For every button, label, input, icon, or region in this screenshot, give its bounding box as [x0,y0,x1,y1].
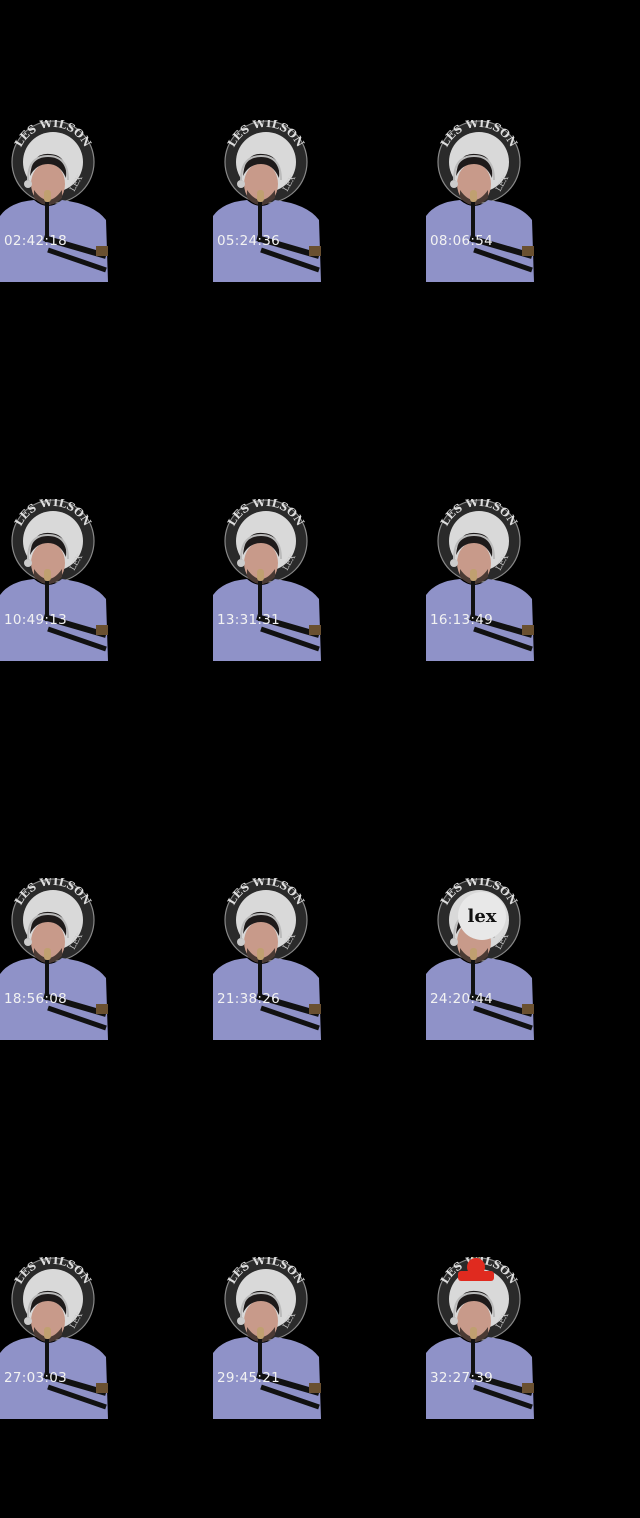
timestamp-label: 32:27:39 [430,1370,494,1386]
video-frame-cell[interactable]: LES WILSON LEX lex [213,758,426,1137]
podcast-host-thumbnail: LES WILSON LEX lex [213,878,321,1040]
timestamp-label: 16:13:49 [430,612,494,628]
timestamp-label: 08:06:54 [430,233,494,249]
video-thumbnail[interactable]: LES WILSON LEX lex [426,1257,534,1419]
podcast-host-thumbnail: LES WILSON LEX lex [426,499,534,661]
video-thumbnail[interactable]: LES WILSON LEX lex [213,878,321,1040]
video-frame-cell[interactable]: LES WILSON LEX lex [213,379,426,758]
video-frame-cell[interactable]: LES WILSON LEX lex [213,0,426,379]
timestamp-label: 10:49:13 [4,612,68,628]
microphone [257,948,264,960]
video-thumbnail[interactable]: LES WILSON LEX lex [426,499,534,661]
video-thumbnail[interactable]: LES WILSON LEX lex [0,1257,108,1419]
podcast-host-thumbnail: LES WILSON LEX lex [426,878,534,1040]
microphone [44,1327,51,1339]
timestamp-label: 05:24:36 [217,233,281,249]
video-thumbnail[interactable]: LES WILSON LEX lex [0,120,108,282]
podcast-host-thumbnail: LES WILSON LEX lex [0,878,108,1040]
video-frame-cell[interactable]: LES WILSON LEX lex [213,1137,426,1516]
video-thumbnail[interactable]: LES WILSON LEX lex [0,878,108,1040]
microphone [470,948,477,960]
timestamp-label: 13:31:31 [217,612,281,628]
video-thumbnail[interactable]: LES WILSON LEX lex [426,878,534,1040]
microphone [44,569,51,581]
microphone [44,190,51,202]
video-thumbnail[interactable]: LES WILSON LEX lex [426,120,534,282]
video-thumbnail[interactable]: LES WILSON LEX lex [213,120,321,282]
video-frame-cell[interactable]: LES WILSON LEX lex [0,758,213,1137]
podcast-host-thumbnail: LES WILSON LEX lex [213,499,321,661]
podcast-host-thumbnail: LES WILSON LEX lex [426,120,534,282]
video-frame-cell[interactable]: LES WILSON LEX lex [0,0,213,379]
microphone [257,1327,264,1339]
timestamp-label: 21:38:26 [217,991,281,1007]
microphone [470,1327,477,1339]
podcast-host-thumbnail: LES WILSON LEX lex [0,499,108,661]
video-thumbnail[interactable]: LES WILSON LEX lex [0,499,108,661]
video-frame-cell[interactable]: LES WILSON LEX lex [426,379,639,758]
timestamp-label: 02:42:18 [4,233,68,249]
microphone [470,569,477,581]
video-thumbnail[interactable]: LES WILSON LEX lex [213,1257,321,1419]
microphone [470,190,477,202]
video-frame-cell[interactable]: LES WILSON LEX lex [0,379,213,758]
svg-text:lex: lex [467,906,496,927]
podcast-host-thumbnail: LES WILSON LEX lex [213,120,321,282]
microphone [257,569,264,581]
video-frame-cell[interactable]: LES WILSON LEX lex [426,758,639,1137]
timestamp-label: 24:20:44 [430,991,494,1007]
video-frame-cell[interactable]: LES WILSON LEX lex [426,0,639,379]
timestamp-label: 27:03:03 [4,1370,68,1386]
podcast-host-thumbnail: LES WILSON LEX lex [0,120,108,282]
microphone [44,948,51,960]
video-frame-cell[interactable]: LES WILSON LEX lex [0,1137,213,1516]
podcast-host-thumbnail: LES WILSON LEX lex [426,1257,534,1419]
video-frame-cell[interactable]: LES WILSON LEX lex [426,1137,639,1516]
timestamp-label: 18:56:08 [4,991,68,1007]
video-thumbnail[interactable]: LES WILSON LEX lex [213,499,321,661]
logo-overlay: lex [458,892,506,940]
timestamp-label: 29:45:21 [217,1370,281,1386]
microphone [257,190,264,202]
podcast-host-thumbnail: LES WILSON LEX lex [213,1257,321,1419]
podcast-host-thumbnail: LES WILSON LEX lex [0,1257,108,1419]
